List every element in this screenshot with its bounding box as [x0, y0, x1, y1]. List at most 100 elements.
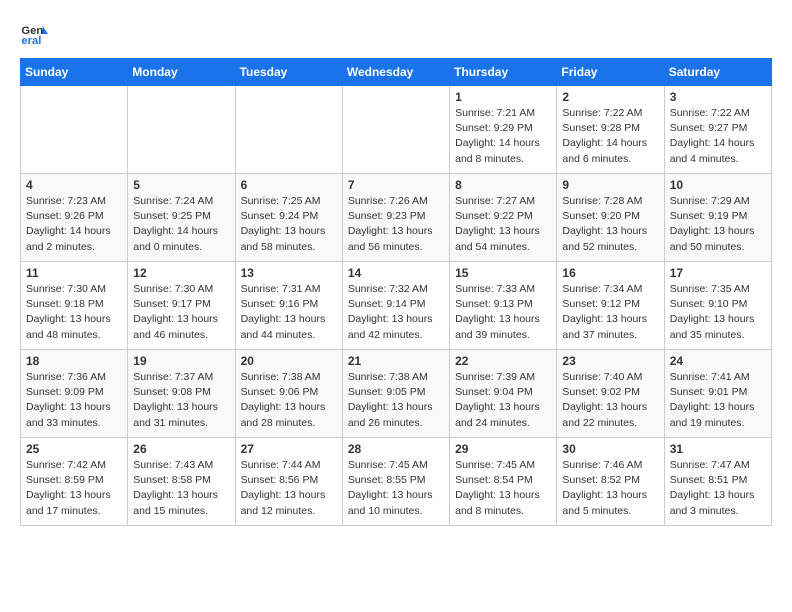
calendar-cell: 27 Sunrise: 7:44 AM Sunset: 8:56 PM Dayli…	[235, 438, 342, 526]
day-number: 3	[670, 90, 766, 104]
calendar-cell: 28 Sunrise: 7:45 AM Sunset: 8:55 PM Dayli…	[342, 438, 449, 526]
calendar-cell: 29 Sunrise: 7:45 AM Sunset: 8:54 PM Dayli…	[450, 438, 557, 526]
day-number: 8	[455, 178, 551, 192]
logo: Gen eral	[20, 20, 52, 48]
day-info: Sunrise: 7:37 AM Sunset: 9:08 PM Dayligh…	[133, 370, 229, 431]
day-info: Sunrise: 7:31 AM Sunset: 9:16 PM Dayligh…	[241, 282, 337, 343]
day-info: Sunrise: 7:21 AM Sunset: 9:29 PM Dayligh…	[455, 106, 551, 167]
day-info: Sunrise: 7:40 AM Sunset: 9:02 PM Dayligh…	[562, 370, 658, 431]
day-number: 18	[26, 354, 122, 368]
day-of-week-header: Saturday	[664, 59, 771, 86]
day-number: 27	[241, 442, 337, 456]
day-info: Sunrise: 7:46 AM Sunset: 8:52 PM Dayligh…	[562, 458, 658, 519]
day-info: Sunrise: 7:26 AM Sunset: 9:23 PM Dayligh…	[348, 194, 444, 255]
day-number: 21	[348, 354, 444, 368]
day-number: 26	[133, 442, 229, 456]
calendar-cell: 19 Sunrise: 7:37 AM Sunset: 9:08 PM Dayli…	[128, 350, 235, 438]
calendar-cell: 20 Sunrise: 7:38 AM Sunset: 9:06 PM Dayli…	[235, 350, 342, 438]
calendar-cell: 3Sunrise: 7:22 AM Sunset: 9:27 PM Daylig…	[664, 86, 771, 174]
day-number: 19	[133, 354, 229, 368]
calendar-week-row: 1 Sunrise: 7:21 AM Sunset: 9:29 PM Daylig…	[21, 86, 772, 174]
calendar-cell: 4 Sunrise: 7:23 AM Sunset: 9:26 PM Daylig…	[21, 174, 128, 262]
calendar-cell: 17 Sunrise: 7:35 AM Sunset: 9:10 PM Dayli…	[664, 262, 771, 350]
day-number: 24	[670, 354, 766, 368]
day-number: 6	[241, 178, 337, 192]
day-info: Sunrise: 7:30 AM Sunset: 9:17 PM Dayligh…	[133, 282, 229, 343]
day-number: 13	[241, 266, 337, 280]
calendar-cell: 10 Sunrise: 7:29 AM Sunset: 9:19 PM Dayli…	[664, 174, 771, 262]
calendar-cell: 30 Sunrise: 7:46 AM Sunset: 8:52 PM Dayli…	[557, 438, 664, 526]
day-info: Sunrise: 7:29 AM Sunset: 9:19 PM Dayligh…	[670, 194, 766, 255]
day-number: 16	[562, 266, 658, 280]
calendar-cell: 22 Sunrise: 7:39 AM Sunset: 9:04 PM Dayli…	[450, 350, 557, 438]
day-number: 22	[455, 354, 551, 368]
calendar-cell: 5Sunrise: 7:24 AM Sunset: 9:25 PM Daylig…	[128, 174, 235, 262]
calendar-cell: 12 Sunrise: 7:30 AM Sunset: 9:17 PM Dayli…	[128, 262, 235, 350]
day-number: 4	[26, 178, 122, 192]
day-number: 17	[670, 266, 766, 280]
calendar-cell: 9 Sunrise: 7:28 AM Sunset: 9:20 PM Daylig…	[557, 174, 664, 262]
logo-icon: Gen eral	[20, 20, 48, 48]
day-number: 15	[455, 266, 551, 280]
day-info: Sunrise: 7:39 AM Sunset: 9:04 PM Dayligh…	[455, 370, 551, 431]
day-info: Sunrise: 7:44 AM Sunset: 8:56 PM Dayligh…	[241, 458, 337, 519]
calendar-cell: 16 Sunrise: 7:34 AM Sunset: 9:12 PM Dayli…	[557, 262, 664, 350]
day-of-week-header: Sunday	[21, 59, 128, 86]
calendar-cell: 18 Sunrise: 7:36 AM Sunset: 9:09 PM Dayli…	[21, 350, 128, 438]
day-number: 28	[348, 442, 444, 456]
day-number: 12	[133, 266, 229, 280]
day-info: Sunrise: 7:23 AM Sunset: 9:26 PM Dayligh…	[26, 194, 122, 255]
calendar-cell: 25Sunrise: 7:42 AM Sunset: 8:59 PM Dayli…	[21, 438, 128, 526]
day-number: 7	[348, 178, 444, 192]
calendar-cell	[342, 86, 449, 174]
calendar-cell: 21 Sunrise: 7:38 AM Sunset: 9:05 PM Dayli…	[342, 350, 449, 438]
calendar-cell: 14Sunrise: 7:32 AM Sunset: 9:14 PM Dayli…	[342, 262, 449, 350]
day-info: Sunrise: 7:41 AM Sunset: 9:01 PM Dayligh…	[670, 370, 766, 431]
day-number: 20	[241, 354, 337, 368]
day-number: 31	[670, 442, 766, 456]
day-number: 9	[562, 178, 658, 192]
day-of-week-header: Thursday	[450, 59, 557, 86]
day-info: Sunrise: 7:34 AM Sunset: 9:12 PM Dayligh…	[562, 282, 658, 343]
day-number: 25	[26, 442, 122, 456]
day-number: 5	[133, 178, 229, 192]
calendar-cell: 13 Sunrise: 7:31 AM Sunset: 9:16 PM Dayli…	[235, 262, 342, 350]
day-info: Sunrise: 7:38 AM Sunset: 9:05 PM Dayligh…	[348, 370, 444, 431]
day-info: Sunrise: 7:33 AM Sunset: 9:13 PM Dayligh…	[455, 282, 551, 343]
calendar-cell	[235, 86, 342, 174]
day-info: Sunrise: 7:32 AM Sunset: 9:14 PM Dayligh…	[348, 282, 444, 343]
calendar-cell: 23Sunrise: 7:40 AM Sunset: 9:02 PM Dayli…	[557, 350, 664, 438]
page-header: Gen eral	[20, 20, 772, 48]
day-info: Sunrise: 7:38 AM Sunset: 9:06 PM Dayligh…	[241, 370, 337, 431]
calendar-week-row: 11 Sunrise: 7:30 AM Sunset: 9:18 PM Dayli…	[21, 262, 772, 350]
calendar-header-row: SundayMondayTuesdayWednesdayThursdayFrid…	[21, 59, 772, 86]
day-info: Sunrise: 7:43 AM Sunset: 8:58 PM Dayligh…	[133, 458, 229, 519]
day-info: Sunrise: 7:35 AM Sunset: 9:10 PM Dayligh…	[670, 282, 766, 343]
day-info: Sunrise: 7:25 AM Sunset: 9:24 PM Dayligh…	[241, 194, 337, 255]
day-info: Sunrise: 7:28 AM Sunset: 9:20 PM Dayligh…	[562, 194, 658, 255]
calendar-table: SundayMondayTuesdayWednesdayThursdayFrid…	[20, 58, 772, 526]
calendar-cell: 8Sunrise: 7:27 AM Sunset: 9:22 PM Daylig…	[450, 174, 557, 262]
day-of-week-header: Monday	[128, 59, 235, 86]
calendar-cell: 15 Sunrise: 7:33 AM Sunset: 9:13 PM Dayli…	[450, 262, 557, 350]
day-info: Sunrise: 7:22 AM Sunset: 9:28 PM Dayligh…	[562, 106, 658, 167]
calendar-cell	[21, 86, 128, 174]
day-number: 1	[455, 90, 551, 104]
day-number: 30	[562, 442, 658, 456]
day-info: Sunrise: 7:45 AM Sunset: 8:55 PM Dayligh…	[348, 458, 444, 519]
day-of-week-header: Tuesday	[235, 59, 342, 86]
day-info: Sunrise: 7:45 AM Sunset: 8:54 PM Dayligh…	[455, 458, 551, 519]
calendar-cell: 7 Sunrise: 7:26 AM Sunset: 9:23 PM Daylig…	[342, 174, 449, 262]
day-of-week-header: Wednesday	[342, 59, 449, 86]
day-of-week-header: Friday	[557, 59, 664, 86]
calendar-week-row: 18 Sunrise: 7:36 AM Sunset: 9:09 PM Dayli…	[21, 350, 772, 438]
calendar-cell: 24 Sunrise: 7:41 AM Sunset: 9:01 PM Dayli…	[664, 350, 771, 438]
day-number: 11	[26, 266, 122, 280]
day-number: 29	[455, 442, 551, 456]
calendar-cell: 11 Sunrise: 7:30 AM Sunset: 9:18 PM Dayli…	[21, 262, 128, 350]
calendar-cell: 2Sunrise: 7:22 AM Sunset: 9:28 PM Daylig…	[557, 86, 664, 174]
day-number: 10	[670, 178, 766, 192]
day-info: Sunrise: 7:30 AM Sunset: 9:18 PM Dayligh…	[26, 282, 122, 343]
calendar-cell: 31Sunrise: 7:47 AM Sunset: 8:51 PM Dayli…	[664, 438, 771, 526]
day-info: Sunrise: 7:36 AM Sunset: 9:09 PM Dayligh…	[26, 370, 122, 431]
